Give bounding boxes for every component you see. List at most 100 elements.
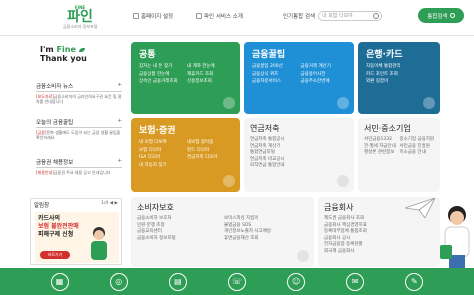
info-icon	[196, 13, 202, 19]
integrated-search-button[interactable]: 통합검색	[418, 8, 464, 23]
doc-icon[interactable]: ▤	[168, 272, 187, 291]
tile-icon	[223, 97, 235, 109]
today-tip-title[interactable]: 오늘의 금융꿀팁	[36, 118, 73, 126]
tile-bank-title: 은행·카드	[366, 50, 403, 60]
tile-insurance-item[interactable]: 연금저축 다모아	[187, 154, 232, 162]
tile-tips-title: 금융꿀팁	[252, 50, 286, 60]
tile-bank[interactable]: 은행·카드 자동이체 통합관리 카드 포인트 조회 외환 길잡이	[358, 42, 440, 114]
chat-icon[interactable]: ✉	[346, 272, 365, 291]
tile-bank-item[interactable]: 외환 길잡이	[366, 78, 432, 86]
tile-company-item[interactable]: 등록대부업체 통합조회	[324, 229, 434, 236]
tile-pension-item[interactable]: 통합연금포털	[250, 150, 348, 157]
footer-quicklinks: ▦ ◎ ▤ ☏ ☺ ✉ ✎	[0, 268, 474, 295]
banner-button[interactable]: 바로가기	[40, 251, 70, 259]
coin-icon[interactable]: ◎	[109, 272, 128, 291]
tile-consumer-item[interactable]: 개인정보노출자 사고예방	[224, 229, 308, 236]
tile-insurance-item[interactable]: ISA 다모아	[139, 154, 184, 162]
tile-bank-item[interactable]: 카드 포인트 조회	[366, 71, 432, 79]
calc-icon[interactable]: ▦	[50, 272, 69, 291]
tile-common[interactable]: 공통 잠자는 내 돈 찾기 내 계좌 한눈에 금융상품 한눈에 제휴카드 조회 …	[131, 42, 240, 114]
plus-icon[interactable]: +	[117, 82, 122, 90]
banner-line3: 피해구제 신청	[38, 231, 74, 238]
leaf-icon	[78, 48, 85, 52]
tile-common-item[interactable]: 신용정보조회	[187, 78, 232, 86]
tile-icon	[297, 250, 309, 262]
tile-pension[interactable]: 연금저축 연금저축 통합공시 연금저축 계산기 통합연금포털 연금저축 비교공시…	[244, 118, 354, 192]
paper-plane-icon	[405, 198, 435, 218]
tile-company-item[interactable]: 전자금융업 등록현황	[324, 242, 434, 249]
service-intro-label: 파인 서비스 소개	[204, 14, 243, 20]
mail-icon[interactable]: ✎	[405, 272, 424, 291]
tile-tips-item[interactable]: 금융거래 계산기	[301, 63, 347, 71]
tile-consumer[interactable]: 소비자보호 금융소비자 보호처 보이스피싱 지킴이 민원·분쟁 조정 불법금융 …	[131, 197, 314, 267]
integrated-search-label: 통합검색	[427, 13, 448, 20]
tile-sme-item[interactable]: 서민금융1332	[364, 137, 396, 144]
tile-consumer-item[interactable]: 휴면금융재산 조회	[224, 236, 308, 243]
tile-icon	[337, 97, 349, 109]
tile-tips-item[interactable]: 금융상식 퀴즈	[252, 71, 298, 79]
welcome-im: I'm	[40, 45, 57, 54]
tile-company-item[interactable]: 외국계 금융회사	[324, 249, 434, 256]
tile-sme[interactable]: 서민·중소기업 서민금융1332 중소기업 금융지원 전·월세 자금안내 서민금…	[358, 118, 440, 192]
plus-icon[interactable]: +	[117, 118, 122, 126]
person-illustration	[91, 227, 107, 260]
consumer-news-title[interactable]: 금융소비자 뉴스	[36, 82, 73, 90]
recruit-title[interactable]: 금융권 채용정보	[36, 158, 73, 166]
tile-bank-item[interactable]: 자동이체 통합관리	[366, 63, 432, 71]
tile-consumer-item[interactable]: 보이스피싱 지킴이	[224, 216, 308, 223]
tile-tips[interactable]: 금융꿀팁 금융꿀팁 200선 금융거래 계산기 금융상식 퀴즈 금융용어사전 금…	[244, 42, 354, 114]
home-setting-button[interactable]: 홈페이지 설정	[133, 12, 173, 20]
tile-consumer-title: 소비자보호	[137, 203, 174, 212]
tile-sme-item[interactable]: 중소기업 금융지원	[399, 137, 434, 144]
tile-consumer-item[interactable]: 금융교육센터	[137, 229, 221, 236]
tile-pension-title: 연금저축	[250, 124, 280, 133]
recruit-section: 금융권 채용정보 + [채용안내]금융권 주요 채용 공고 안내입니다	[36, 158, 122, 175]
tile-common-item[interactable]: 내 계좌 한눈에	[187, 63, 232, 71]
tile-pension-item[interactable]: 연금저축 통합공시	[250, 137, 348, 144]
tile-common-item[interactable]: 제휴카드 조회	[187, 71, 232, 79]
album-banner[interactable]: 카드사의 보험 불완전판매 피해구제 신청 바로가기	[35, 212, 119, 263]
tile-insurance-item[interactable]: 내 보험 다보여	[139, 139, 184, 147]
recruit-text[interactable]: 금융권 주요 채용 공고 안내입니다	[54, 170, 111, 175]
popular-search-label: 인기통합 검색	[283, 14, 316, 20]
tile-consumer-item[interactable]: 금융소비자 정보포털	[137, 236, 221, 243]
logo-sub: 금융소비자 정보포털	[63, 24, 98, 29]
tile-insurance[interactable]: 보험·증권 내 보험 다보여 내보험 찾아줌 보험 다모아 펀드 다모아 ISA…	[131, 118, 240, 192]
welcome-thanks: Thank you	[40, 54, 87, 63]
today-tip-section: 오늘의 금융꿀팁 + [금융]문화 생활에도 도움이 되는 금융 생활 꿀팁을 확…	[36, 118, 122, 140]
tile-tips-item[interactable]: 금융용어사전	[301, 71, 347, 79]
plus-icon[interactable]: +	[117, 158, 122, 166]
fine-logo[interactable]: FINE 파인 금융소비자 정보포털	[63, 5, 97, 31]
tile-insurance-item[interactable]: 내보험 찾아줌	[187, 139, 232, 147]
home-icon	[133, 13, 139, 19]
welcome-fine: Fine	[56, 45, 76, 54]
tile-icon	[337, 175, 349, 187]
tile-sme-item[interactable]: 미소금융 안내	[399, 150, 434, 157]
tile-pension-item[interactable]: 퇴직연금 통합안내	[250, 163, 348, 170]
service-intro-button[interactable]: 파인 서비스 소개	[196, 12, 243, 20]
tile-icon	[223, 175, 235, 187]
user-icon[interactable]: ☺	[287, 272, 306, 291]
tile-tips-item[interactable]: 금융주소한번에	[301, 78, 347, 86]
tile-insurance-item[interactable]: 내 자동차 찾기	[139, 162, 184, 170]
tile-common-item[interactable]: 잠자는 내 돈 찾기	[139, 63, 184, 71]
tile-common-item[interactable]: 상속인 금융거래조회	[139, 78, 184, 86]
search-box[interactable]: 내 보험 다보여	[318, 11, 382, 21]
tip-text[interactable]: 문화 생활에도 도움이 되는 금융 생활 꿀팁을 확인하세요	[36, 130, 120, 140]
tile-tips-item[interactable]: 금융꿀팁 200선	[252, 63, 298, 71]
search-icon[interactable]	[373, 13, 379, 19]
album-pager[interactable]: 1/4 ◀ ▶	[101, 201, 118, 209]
phone-icon[interactable]: ☏	[227, 272, 246, 291]
consumer-news-section: 금융소비자 뉴스 + [보도자료]금융소비자의 금리인하요구권 요건 및 절차를 …	[36, 82, 122, 104]
person-illustration	[440, 206, 470, 270]
tile-sme-item[interactable]: 햇살론 관련정보	[364, 150, 396, 157]
recruit-tag: [채용안내]	[36, 170, 54, 175]
search-icon	[449, 13, 455, 18]
tile-consumer-item[interactable]: 금융소비자 보호처	[137, 216, 221, 223]
tile-common-item[interactable]: 금융상품 한눈에	[139, 71, 184, 79]
tile-insurance-item[interactable]: 펀드 다모아	[187, 147, 232, 155]
header: FINE 파인 금융소비자 정보포털 홈페이지 설정 파인 서비스 소개 인기통…	[0, 0, 474, 36]
logo-main: 파인	[67, 9, 93, 25]
tile-insurance-item[interactable]: 보험 다모아	[139, 147, 184, 155]
tile-tips-item[interactable]: 금융자문서비스	[252, 78, 298, 86]
